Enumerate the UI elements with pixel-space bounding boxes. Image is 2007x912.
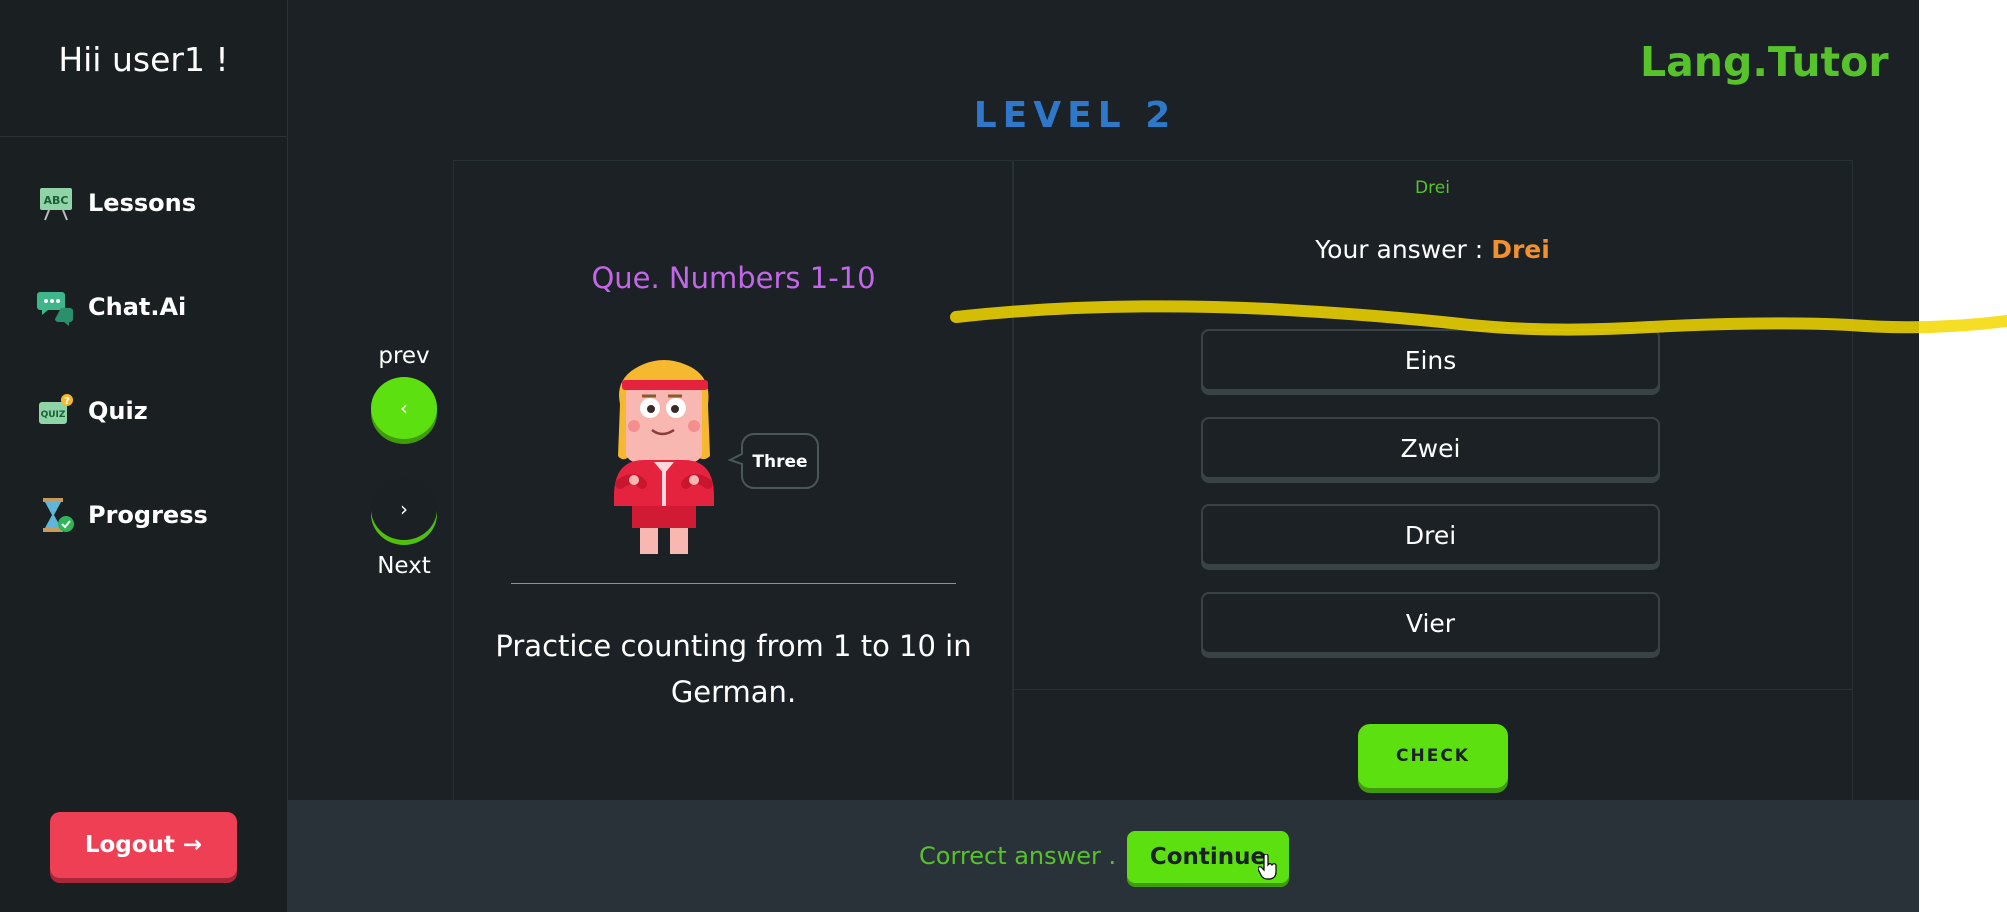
sidebar: Hii user1 ! ABC Lessons Chat.Ai QUIZ ? Q… <box>0 0 288 912</box>
svg-text:ABC: ABC <box>44 194 69 207</box>
level-title: LEVEL 2 <box>973 95 1177 136</box>
feedback-bar: Correct answer . Continue <box>287 800 1919 912</box>
answer-panel: Drei Your answer : Drei Eins Zwei Drei Vi… <box>1012 160 1853 801</box>
svg-text:QUIZ: QUIZ <box>41 410 66 420</box>
option-button[interactable]: Vier <box>1201 592 1660 654</box>
chevron-left-icon: ‹ <box>400 396 408 420</box>
logout-button[interactable]: Logout → <box>50 812 237 878</box>
svg-text:?: ? <box>64 396 70 407</box>
panel-divider <box>1013 689 1852 690</box>
character-baseline <box>511 583 956 584</box>
your-answer-value: Drei <box>1491 235 1550 264</box>
sidebar-item-quiz[interactable]: QUIZ ? Quiz <box>36 386 148 436</box>
speech-bubble-text: Three <box>752 452 807 472</box>
question-description: Practice counting from 1 to 10 in German… <box>495 629 972 709</box>
brand-logo: Lang.Tutor <box>1640 38 1889 86</box>
abc-board-icon: ABC <box>36 183 76 223</box>
sidebar-item-chat-ai[interactable]: Chat.Ai <box>36 282 186 332</box>
prev-label: prev <box>378 343 430 369</box>
sidebar-item-label: Quiz <box>88 397 148 425</box>
chat-bubbles-icon <box>36 287 76 327</box>
next-label: Next <box>377 553 431 579</box>
sidebar-divider <box>0 136 287 137</box>
app-window: Hii user1 ! ABC Lessons Chat.Ai QUIZ ? Q… <box>0 0 1919 912</box>
option-button[interactable]: Zwei <box>1201 417 1660 479</box>
sidebar-item-progress[interactable]: Progress <box>36 490 208 540</box>
option-button[interactable]: Drei <box>1201 504 1660 566</box>
check-button[interactable]: CHECK <box>1358 724 1508 788</box>
chevron-right-icon: › <box>400 497 408 521</box>
selected-answer-echo: Drei <box>1415 178 1450 198</box>
prev-button[interactable]: ‹ <box>371 377 437 439</box>
sidebar-item-label: Chat.Ai <box>88 293 187 321</box>
your-answer-label: Your answer : <box>1315 235 1484 264</box>
hourglass-check-icon <box>36 495 76 535</box>
question-title: Que. Numbers 1-10 <box>591 261 876 295</box>
user-greeting: Hii user1 ! <box>58 40 229 79</box>
your-answer: Your answer : Drei <box>1013 235 1852 264</box>
sidebar-item-label: Progress <box>88 501 208 529</box>
sidebar-item-label: Lessons <box>88 189 196 217</box>
sidebar-item-lessons[interactable]: ABC Lessons <box>36 178 196 228</box>
character-illustration: Three <box>614 360 819 554</box>
hand-cursor-icon <box>1258 854 1277 880</box>
next-button[interactable]: › <box>371 478 437 540</box>
question-panel: Que. Numbers 1-10 Three Practice countin… <box>453 160 1014 801</box>
option-button[interactable]: Eins <box>1201 329 1660 391</box>
quiz-icon: QUIZ ? <box>36 391 76 431</box>
result-message: Correct answer . <box>919 842 1117 870</box>
